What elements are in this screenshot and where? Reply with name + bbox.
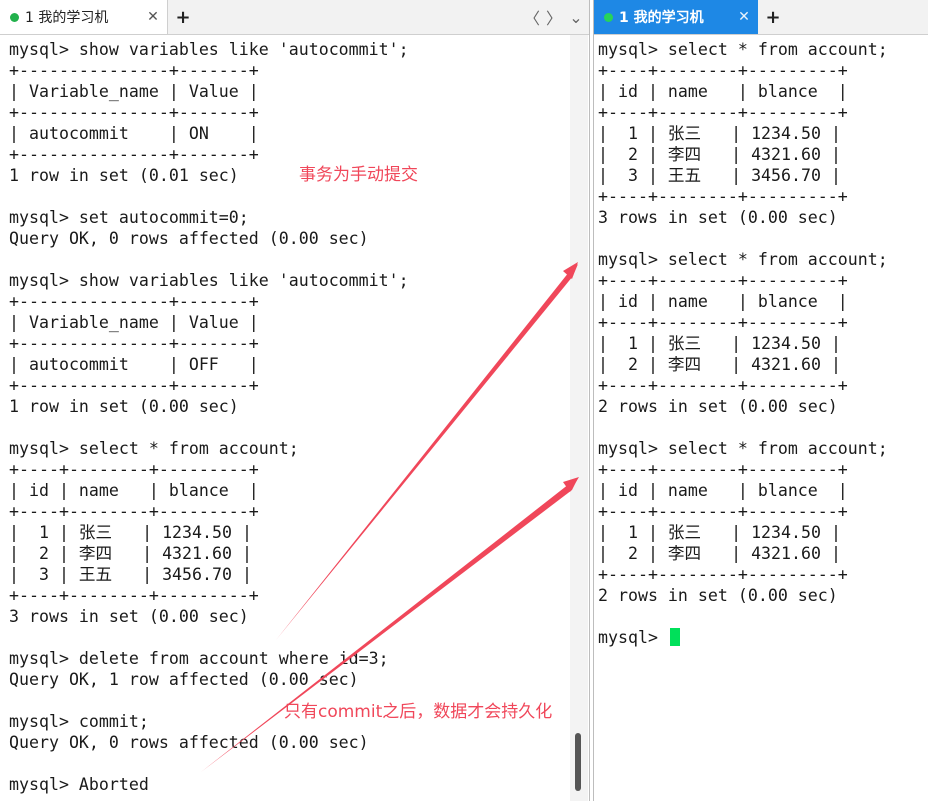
add-tab-button[interactable]: + <box>762 0 784 34</box>
terminal-line: | Variable_name | Value | <box>9 313 259 332</box>
terminal-line: | 2 | 李四 | 4321.60 | <box>598 355 841 374</box>
terminal-line: mysql> select * from account; <box>598 40 888 59</box>
terminal-line: Query OK, 0 rows affected (0.00 sec) <box>9 229 369 248</box>
terminal-line: Query OK, 0 rows affected (0.00 sec) <box>9 733 369 752</box>
terminal-line: +----+--------+---------+ <box>598 187 848 206</box>
terminal-line: | id | name | blance | <box>9 481 259 500</box>
tab-navigation: 〈 〉 ⌄ <box>521 0 587 34</box>
left-scrollbar[interactable] <box>570 35 588 801</box>
terminal-line: mysql> delete from account where id=3; <box>9 649 389 668</box>
connected-status-icon <box>604 12 613 22</box>
terminal-line: 3 rows in set (0.00 sec) <box>9 607 249 626</box>
left-terminal-output[interactable]: mysql> show variables like 'autocommit';… <box>9 39 409 795</box>
annotation-manual-commit: 事务为手动提交 <box>299 165 418 185</box>
terminal-line: 2 rows in set (0.00 sec) <box>598 586 838 605</box>
terminal-line: 3 rows in set (0.00 sec) <box>598 208 838 227</box>
terminal-line: | 2 | 李四 | 4321.60 | <box>598 145 841 164</box>
close-icon[interactable]: ✕ <box>145 9 161 25</box>
terminal-line: | id | name | blance | <box>598 292 848 311</box>
terminal-line: +----+--------+---------+ <box>598 502 848 521</box>
terminal-line: +----+--------+---------+ <box>9 460 259 479</box>
terminal-line: 2 rows in set (0.00 sec) <box>598 397 838 416</box>
terminal-line: | 3 | 王五 | 3456.70 | <box>598 166 841 185</box>
left-tab-label: 1 我的学习机 <box>25 10 109 26</box>
terminal-line: +----+--------+---------+ <box>598 565 848 584</box>
terminal-line: mysql> show variables like 'autocommit'; <box>9 271 409 290</box>
terminal-line: +---------------+-------+ <box>9 292 259 311</box>
terminal-line: mysql> select * from account; <box>598 439 888 458</box>
close-icon[interactable]: ✕ <box>736 9 752 25</box>
prompt-text: mysql> <box>598 628 668 647</box>
add-tab-button[interactable]: + <box>172 0 194 34</box>
terminal-line: | id | name | blance | <box>598 82 848 101</box>
terminal-line: +----+--------+---------+ <box>598 376 848 395</box>
terminal-line: | 1 | 张三 | 1234.50 | <box>9 523 252 542</box>
terminal-prompt-line[interactable]: mysql> <box>598 627 888 648</box>
terminal-line: | autocommit | OFF | <box>9 355 259 374</box>
left-session-tab[interactable]: 1 我的学习机 ✕ <box>0 0 168 34</box>
right-terminal-output[interactable]: mysql> select * from account; +----+-----… <box>598 39 888 648</box>
terminal-line: | 2 | 李四 | 4321.60 | <box>598 544 841 563</box>
terminal-line: | 1 | 张三 | 1234.50 | <box>598 523 841 542</box>
terminal-line: +----+--------+---------+ <box>598 313 848 332</box>
terminal-line: mysql> set autocommit=0; <box>9 208 249 227</box>
terminal-line: | 1 | 张三 | 1234.50 | <box>598 334 841 353</box>
terminal-line: | Variable_name | Value | <box>9 82 259 101</box>
terminal-line: | 2 | 李四 | 4321.60 | <box>9 544 252 563</box>
annotation-persist-note: 只有commit之后，数据才会持久化 <box>284 702 553 722</box>
terminal-line: | 1 | 张三 | 1234.50 | <box>598 124 841 143</box>
text-cursor <box>669 628 680 646</box>
chevron-right-icon[interactable]: 〉 <box>543 5 565 29</box>
connected-status-icon <box>10 12 19 22</box>
terminal-line: 1 row in set (0.00 sec) <box>9 397 239 416</box>
right-terminal-pane: 1 我的学习机 ✕ + mysql> select * from account… <box>593 0 928 801</box>
terminal-line: +----+--------+---------+ <box>598 271 848 290</box>
terminal-line: +----+--------+---------+ <box>598 460 848 479</box>
left-scrollbar-thumb[interactable] <box>575 733 581 791</box>
terminal-line: +---------------+-------+ <box>9 334 259 353</box>
right-tab-label: 1 我的学习机 <box>619 10 704 26</box>
right-tab-bar: 1 我的学习机 ✕ + <box>594 0 928 35</box>
right-session-tab[interactable]: 1 我的学习机 ✕ <box>594 0 758 34</box>
chevron-left-icon[interactable]: 〈 <box>521 5 543 29</box>
terminal-line: +---------------+-------+ <box>9 376 259 395</box>
terminal-line: +----+--------+---------+ <box>9 586 259 605</box>
terminal-line: | 3 | 王五 | 3456.70 | <box>9 565 252 584</box>
dual-terminal-window: 1 我的学习机 ✕ + 〈 〉 ⌄ mysql> show variables … <box>0 0 928 801</box>
terminal-line: mysql> select * from account; <box>9 439 299 458</box>
terminal-line: mysql> Aborted <box>9 775 149 794</box>
left-terminal-pane: 1 我的学习机 ✕ + 〈 〉 ⌄ mysql> show variables … <box>0 0 590 801</box>
chevron-down-icon[interactable]: ⌄ <box>565 8 587 27</box>
terminal-line: +----+--------+---------+ <box>598 61 848 80</box>
terminal-line: | autocommit | ON | <box>9 124 259 143</box>
terminal-line: mysql> select * from account; <box>598 250 888 269</box>
terminal-line: | id | name | blance | <box>598 481 848 500</box>
left-tab-bar: 1 我的学习机 ✕ + 〈 〉 ⌄ <box>0 0 589 35</box>
terminal-line: +---------------+-------+ <box>9 103 259 122</box>
terminal-line: +---------------+-------+ <box>9 61 259 80</box>
terminal-line: mysql> show variables like 'autocommit'; <box>9 40 409 59</box>
terminal-line: +----+--------+---------+ <box>598 103 848 122</box>
terminal-line: +----+--------+---------+ <box>9 502 259 521</box>
terminal-line: Query OK, 1 row affected (0.00 sec) <box>9 670 359 689</box>
